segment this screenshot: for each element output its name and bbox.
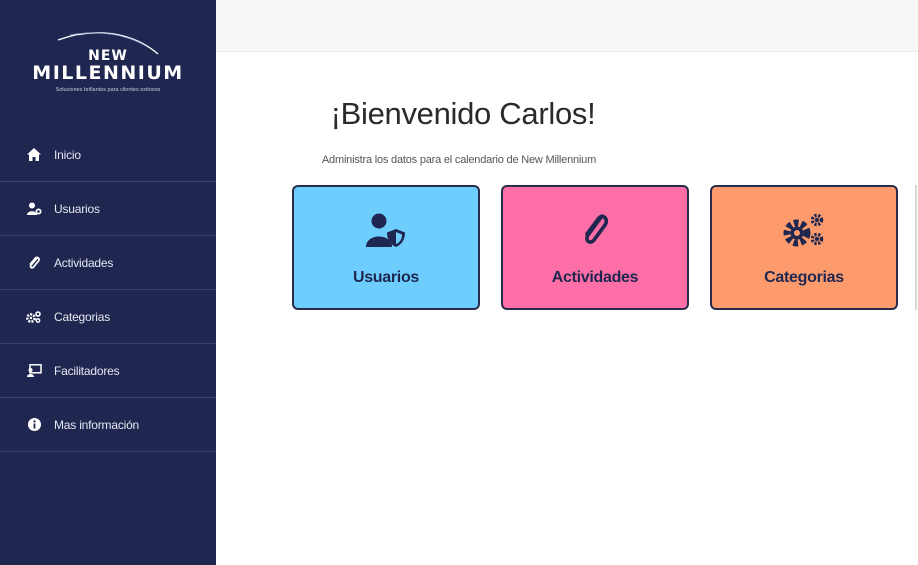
sidebar-item-label: Actividades [54,255,114,270]
sidebar-nav: Inicio Usuarios Actividades Categorias F… [0,128,216,452]
chalkboard-teacher-icon [26,363,42,379]
card-actividades[interactable]: Actividades [501,185,689,310]
welcome-header: ¡Bienvenido Carlos! [216,96,918,132]
card-label: Actividades [551,269,639,286]
sidebar-item-categorias[interactable]: Categorias [0,290,216,344]
sidebar-item-usuarios[interactable]: Usuarios [0,182,216,236]
sidebar-item-actividades[interactable]: Actividades [0,236,216,290]
card-categorias[interactable]: Categorias [710,185,898,310]
sidebar: NEW MILLENNIUM Soluciones brillantes par… [0,0,216,565]
users-icon [26,201,42,217]
brand-tagline: Soluciones brillantes para clientes exit… [55,87,161,93]
card-label: Categorias [764,269,844,286]
gears-icon [782,209,826,251]
page-subtitle-wrap: Administra los datos para el calendario … [216,150,918,168]
gears-icon [26,309,42,325]
card-label: Usuarios [352,269,420,286]
sidebar-item-label: Usuarios [54,201,100,216]
sidebar-item-inicio[interactable]: Inicio [0,128,216,182]
page-title: ¡Bienvenido Carlos! [330,96,596,131]
card-usuarios[interactable]: Usuarios [292,185,480,310]
sidebar-item-label: Inicio [54,147,81,162]
brand-logo[interactable]: NEW MILLENNIUM Soluciones brillantes par… [0,0,216,120]
sidebar-item-label: Facilitadores [54,363,120,378]
paperclip-icon [26,255,42,271]
sidebar-item-facilitadores[interactable]: Facilitadores [0,344,216,398]
page-subtitle: Administra los datos para el calendario … [321,154,597,166]
sidebar-item-label: Categorias [54,309,111,324]
paperclip-icon [580,209,610,251]
info-circle-icon [26,417,42,433]
top-bar [216,0,918,52]
brand-line2: MILLENNIUM [32,62,184,84]
sidebar-item-label: Mas información [54,417,140,432]
user-shield-icon [366,209,406,251]
home-icon [26,147,42,163]
sidebar-item-mas-informacion[interactable]: Mas información [0,398,216,452]
